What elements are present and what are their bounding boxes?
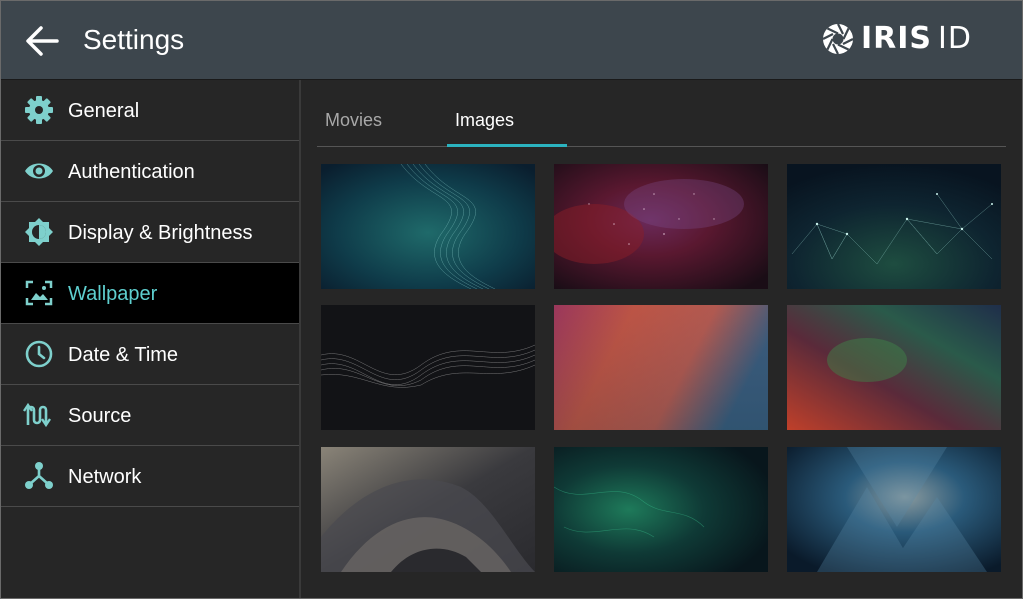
tab-selected-indicator [447, 144, 567, 147]
sidebar-item-network[interactable]: Network [1, 446, 299, 507]
source-icon [23, 402, 51, 428]
app-header: Settings IRIS ID [1, 1, 1022, 80]
sidebar-item-label: General [68, 100, 140, 122]
tab-bar: Movies Images [317, 80, 1006, 147]
sidebar-item-date-time[interactable]: Date & Time [1, 324, 299, 385]
sidebar-item-label: Authentication [68, 161, 195, 183]
sidebar-item-display-brightness[interactable]: Display & Brightness [1, 202, 299, 263]
tab-images[interactable]: Images [455, 108, 514, 132]
eye-icon [25, 163, 53, 179]
wallpaper-icon [25, 280, 53, 306]
aperture-logo-icon [822, 23, 854, 55]
wallpaper-thumbnail-8[interactable] [554, 447, 768, 572]
wallpaper-thumbnail-6[interactable] [787, 305, 1001, 430]
sidebar-item-authentication[interactable]: Authentication [1, 141, 299, 202]
wallpaper-thumbnail-9[interactable] [787, 447, 1001, 572]
brightness-icon [25, 218, 53, 246]
tab-movies[interactable]: Movies [325, 108, 382, 132]
sidebar-item-label: Wallpaper [68, 283, 158, 305]
arrow-left-icon [26, 26, 59, 56]
sidebar-item-wallpaper[interactable]: Wallpaper [1, 263, 299, 324]
brand-name: IRIS [861, 21, 933, 56]
brand-logo: IRIS ID [821, 19, 972, 59]
gear-icon [25, 96, 53, 124]
settings-window: Settings IRIS ID General Authentication … [0, 0, 1023, 599]
clock-icon [25, 340, 53, 368]
wallpaper-thumbnail-1[interactable] [321, 164, 535, 289]
wallpaper-thumbnail-7[interactable] [321, 447, 535, 572]
brand-suffix: ID [938, 21, 972, 56]
back-button[interactable] [21, 21, 65, 61]
sidebar-item-general[interactable]: General [1, 80, 299, 141]
sidebar-item-label: Display & Brightness [68, 222, 253, 244]
sidebar-item-source[interactable]: Source [1, 385, 299, 446]
wallpaper-thumbnail-2[interactable] [554, 164, 768, 289]
network-icon [25, 462, 53, 489]
wallpaper-thumbnail-5[interactable] [554, 305, 768, 430]
wallpaper-thumbnail-4[interactable] [321, 305, 535, 430]
wallpaper-thumbnail-3[interactable] [787, 164, 1001, 289]
page-title: Settings [83, 24, 185, 55]
sidebar-item-label: Source [68, 405, 132, 427]
sidebar-item-label: Date & Time [68, 344, 179, 366]
wallpaper-panel: Movies Images [301, 80, 1022, 598]
sidebar-item-label: Network [68, 466, 142, 488]
settings-sidebar: General Authentication Display & Brightn… [1, 80, 301, 598]
